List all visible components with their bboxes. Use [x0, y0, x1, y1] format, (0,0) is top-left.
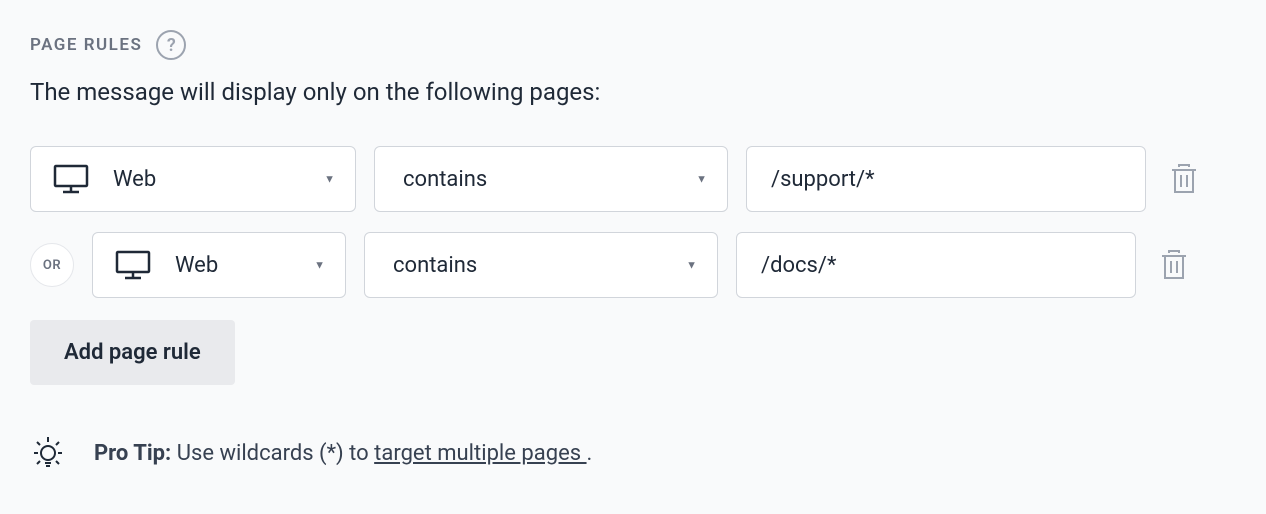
- platform-select[interactable]: Web ▼: [30, 146, 356, 212]
- rules-container: Web ▼ contains ▼ OR: [30, 146, 1236, 298]
- pro-tip-label: Pro Tip:: [94, 441, 171, 466]
- chevron-down-icon: ▼: [324, 173, 335, 186]
- operator-value: contains: [403, 167, 487, 192]
- monitor-icon: [115, 250, 151, 280]
- operator-select[interactable]: contains ▼: [364, 232, 718, 298]
- delete-rule-button[interactable]: [1154, 243, 1194, 287]
- chevron-down-icon: ▼: [314, 259, 325, 272]
- platform-value: Web: [113, 167, 156, 192]
- pro-tip-before: Use wildcards (*) to: [171, 441, 374, 466]
- platform-select[interactable]: Web ▼: [92, 232, 346, 298]
- pro-tip-after: .: [587, 441, 593, 466]
- trash-icon: [1160, 249, 1188, 281]
- monitor-icon: [53, 164, 89, 194]
- chevron-down-icon: ▼: [686, 259, 697, 272]
- pro-tip: Pro Tip: Use wildcards (*) to target mul…: [30, 435, 1236, 471]
- pro-tip-link[interactable]: target multiple pages: [374, 441, 586, 466]
- delete-rule-button[interactable]: [1164, 157, 1204, 201]
- section-description: The message will display only on the fol…: [30, 78, 1236, 106]
- rule-row: Web ▼ contains ▼: [30, 146, 1236, 212]
- operator-value: contains: [393, 253, 477, 278]
- pro-tip-text: Pro Tip: Use wildcards (*) to target mul…: [94, 441, 592, 466]
- help-icon[interactable]: ?: [156, 30, 186, 60]
- operator-select[interactable]: contains ▼: [374, 146, 728, 212]
- url-input[interactable]: [736, 232, 1136, 298]
- add-page-rule-button[interactable]: Add page rule: [30, 320, 235, 385]
- lightbulb-icon: [30, 435, 66, 471]
- chevron-down-icon: ▼: [696, 173, 707, 186]
- url-input[interactable]: [746, 146, 1146, 212]
- rule-row: OR Web ▼ contains ▼: [30, 232, 1236, 298]
- or-badge: OR: [30, 243, 74, 287]
- section-title: PAGE RULES: [30, 35, 142, 55]
- trash-icon: [1170, 163, 1198, 195]
- platform-value: Web: [175, 253, 218, 278]
